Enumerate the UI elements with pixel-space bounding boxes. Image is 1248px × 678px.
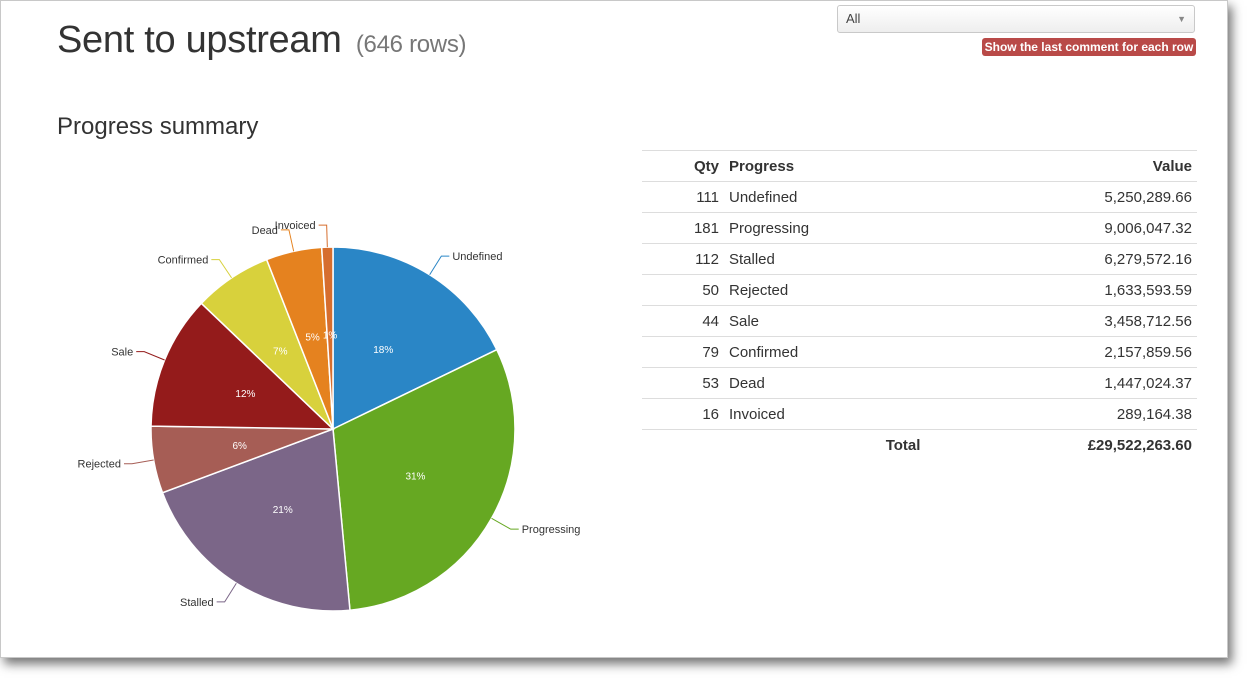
table-total-row: Total £29,522,263.60	[642, 429, 1197, 460]
pie-category-label-sale: Sale	[111, 347, 133, 359]
total-label: Total	[724, 429, 933, 460]
row-progress: Dead	[724, 367, 933, 399]
pie-percent-label-dead: 5%	[305, 333, 320, 344]
pie-leader-line-undefined	[429, 255, 450, 276]
row-value: 3,458,712.56	[932, 305, 1197, 337]
page-title-text: Sent to upstream	[57, 19, 342, 61]
row-value: 5,250,289.66	[932, 181, 1197, 213]
progress-summary-table: Qty Progress Value 111 Undefined 5,250,289…	[642, 150, 1197, 460]
table-row: 111 Undefined 5,250,289.66	[642, 181, 1197, 213]
pie-leader-line-rejected	[123, 459, 154, 465]
pie-category-label-invoiced: Invoiced	[275, 220, 316, 232]
row-value: 6,279,572.16	[932, 243, 1197, 275]
pie-percent-label-invoiced: 1%	[323, 330, 338, 341]
pie-category-label-confirmed: Confirmed	[158, 255, 209, 267]
page-title: Sent to upstream (646 rows)	[57, 19, 467, 62]
row-qty: 50	[642, 274, 724, 306]
row-qty: 181	[642, 212, 724, 244]
pie-percent-label-progressing: 31%	[405, 471, 425, 482]
total-spacer	[642, 429, 724, 460]
header-value: Value	[932, 150, 1197, 182]
row-qty: 79	[642, 336, 724, 368]
pie-percent-label-undefined: 18%	[373, 345, 393, 356]
filter-select-value: All	[846, 11, 861, 26]
row-value: 9,006,047.32	[932, 212, 1197, 244]
table-header-row: Qty Progress Value	[642, 150, 1197, 182]
pie-category-label-progressing: Progressing	[522, 524, 581, 536]
pie-leader-line-sale	[136, 351, 165, 361]
chevron-down-icon: ▼	[1177, 14, 1186, 24]
table-row: 44 Sale 3,458,712.56	[642, 305, 1197, 337]
row-progress: Rejected	[724, 274, 933, 306]
pie-category-label-undefined: Undefined	[452, 251, 502, 263]
table-row: 181 Progressing 9,006,047.32	[642, 212, 1197, 244]
row-value: 289,164.38	[932, 398, 1197, 430]
app-window: Sent to upstream (646 rows) All ▼ Show t…	[0, 0, 1228, 658]
header-qty: Qty	[642, 150, 724, 182]
show-last-comment-button[interactable]: Show the last comment for each row	[982, 38, 1196, 56]
pie-leader-line-confirmed	[211, 259, 233, 279]
row-qty: 44	[642, 305, 724, 337]
row-value: 1,447,024.37	[932, 367, 1197, 399]
row-qty: 16	[642, 398, 724, 430]
table-row: 16 Invoiced 289,164.38	[642, 398, 1197, 430]
row-value: 1,633,593.59	[932, 274, 1197, 306]
row-progress: Progressing	[724, 212, 933, 244]
progress-pie-chart: 18% Undefined 31% Progressing 21% Stalled 6% Re…	[78, 220, 581, 612]
row-progress: Sale	[724, 305, 933, 337]
header-progress: Progress	[724, 150, 933, 182]
pie-percent-label-sale: 12%	[235, 389, 255, 400]
row-progress: Undefined	[724, 181, 933, 213]
pie-percent-label-stalled: 21%	[273, 505, 293, 516]
row-progress: Confirmed	[724, 336, 933, 368]
pie-category-label-stalled: Stalled	[180, 597, 214, 609]
pie-leader-line-invoiced	[318, 224, 328, 248]
row-count: (646 rows)	[355, 31, 467, 58]
pie-category-label-rejected: Rejected	[78, 459, 121, 471]
pie-percent-label-confirmed: 7%	[273, 346, 288, 357]
row-qty: 111	[642, 181, 724, 213]
row-value: 2,157,859.56	[932, 336, 1197, 368]
filter-select[interactable]: All ▼	[837, 5, 1195, 33]
pie-percent-label-rejected: 6%	[233, 441, 248, 452]
pie-leader-line-dead	[280, 229, 295, 252]
pie-leader-line-progressing	[491, 517, 519, 530]
table-row: 53 Dead 1,447,024.37	[642, 367, 1197, 399]
table-row: 50 Rejected 1,633,593.59	[642, 274, 1197, 306]
section-title: Progress summary	[57, 113, 259, 140]
table-row: 79 Confirmed 2,157,859.56	[642, 336, 1197, 368]
table-row: 112 Stalled 6,279,572.16	[642, 243, 1197, 275]
total-value: £29,522,263.60	[932, 429, 1197, 460]
row-qty: 112	[642, 243, 724, 275]
row-progress: Invoiced	[724, 398, 933, 430]
row-progress: Stalled	[724, 243, 933, 275]
pie-leader-line-stalled	[216, 582, 237, 603]
row-qty: 53	[642, 367, 724, 399]
